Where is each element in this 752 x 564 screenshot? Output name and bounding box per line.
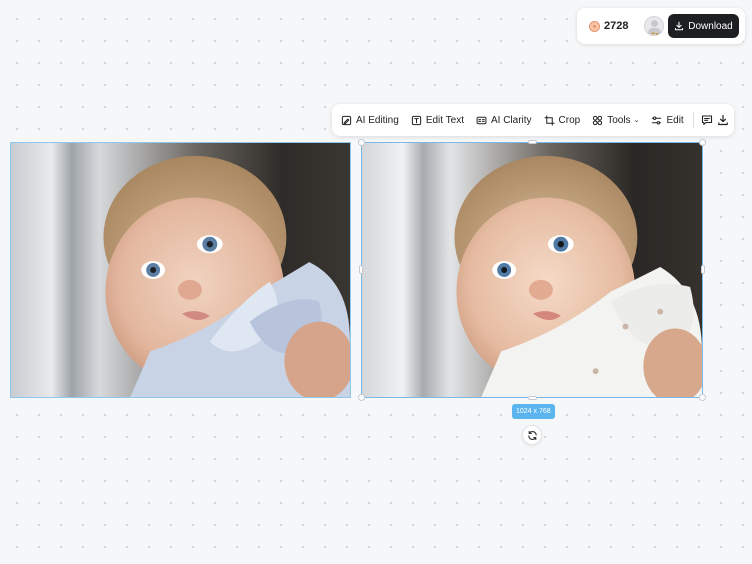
edit-button[interactable]: Edit bbox=[648, 108, 686, 132]
chevron-down-icon: ⌄ bbox=[633, 117, 640, 124]
edit-label: Edit bbox=[666, 114, 684, 126]
toolbar-divider bbox=[692, 112, 694, 128]
clarity-icon bbox=[476, 116, 487, 124]
comment-icon bbox=[701, 115, 712, 125]
ai-clarity-button[interactable]: AI Clarity bbox=[473, 108, 535, 132]
rotate-icon bbox=[527, 430, 537, 440]
resize-handle-bottom-left[interactable] bbox=[358, 394, 365, 401]
ai-editing-label: AI Editing bbox=[356, 114, 399, 126]
image-toolbar: AI Editing Edit Text AI Clarity Crop Too… bbox=[332, 104, 734, 136]
baby-photo-original bbox=[11, 143, 350, 397]
download-image-button[interactable] bbox=[716, 109, 730, 131]
download-icon bbox=[718, 114, 728, 126]
credits-value: 2728 bbox=[604, 20, 629, 32]
tools-label: Tools bbox=[607, 114, 631, 126]
rotate-button[interactable] bbox=[522, 425, 542, 445]
ai-clarity-label: AI Clarity bbox=[490, 114, 532, 126]
ai-editing-button[interactable]: AI Editing bbox=[338, 108, 402, 132]
user-avatar[interactable]: Pro bbox=[644, 16, 665, 36]
credits-counter[interactable]: 2728 bbox=[585, 14, 632, 38]
tools-menu[interactable]: Tools ⌄ bbox=[589, 108, 642, 132]
resize-handle-left[interactable] bbox=[359, 265, 363, 274]
resize-handle-right[interactable] bbox=[701, 265, 705, 274]
original-image[interactable] bbox=[10, 142, 351, 398]
comment-button[interactable] bbox=[699, 109, 713, 131]
grid-icon bbox=[593, 115, 603, 125]
resize-handle-bottom[interactable] bbox=[528, 396, 537, 400]
coin-icon bbox=[589, 20, 600, 32]
resize-handle-top-right[interactable] bbox=[699, 139, 706, 146]
baby-photo-enhanced bbox=[362, 143, 702, 397]
resize-handle-top-left[interactable] bbox=[358, 139, 365, 146]
download-icon bbox=[675, 21, 684, 31]
text-icon bbox=[411, 115, 421, 125]
edit-text-label: Edit Text bbox=[425, 114, 464, 126]
crop-icon bbox=[543, 114, 555, 126]
enhanced-image[interactable] bbox=[361, 142, 703, 398]
crop-button[interactable]: Crop bbox=[541, 108, 584, 132]
image-size-badge: 1024 x 768 bbox=[512, 404, 555, 419]
crop-label: Crop bbox=[558, 114, 581, 126]
account-bar: 2728 Pro Download bbox=[577, 8, 745, 44]
pro-badge: Pro bbox=[651, 31, 659, 36]
download-button[interactable]: Download bbox=[668, 14, 739, 38]
download-button-label: Download bbox=[688, 20, 733, 32]
edit-text-button[interactable]: Edit Text bbox=[408, 108, 467, 132]
ai-edit-icon bbox=[341, 115, 352, 125]
resize-handle-bottom-right[interactable] bbox=[699, 394, 706, 401]
sliders-icon bbox=[652, 116, 662, 124]
resize-handle-top[interactable] bbox=[528, 140, 537, 144]
